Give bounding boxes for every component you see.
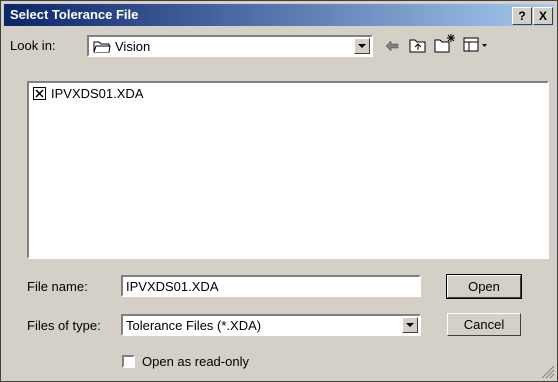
file-name: IPVXDS01.XDA (51, 86, 144, 101)
read-only-checkbox[interactable] (122, 355, 135, 368)
look-in-label: Look in: (10, 38, 56, 53)
new-folder-icon[interactable] (434, 33, 456, 53)
look-in-combo[interactable]: Vision (87, 35, 373, 57)
look-in-dropdown-button[interactable] (354, 38, 370, 54)
files-of-type-combo[interactable]: Tolerance Files (*.XDA) (121, 314, 421, 336)
dialog-title: Select Tolerance File (10, 7, 139, 22)
file-list[interactable]: IPVXDS01.XDA (27, 81, 549, 259)
help-button[interactable]: ? (512, 7, 532, 25)
view-menu-icon[interactable] (463, 37, 489, 53)
files-of-type-dropdown-button[interactable] (402, 317, 418, 333)
cancel-button[interactable]: Cancel (447, 313, 521, 336)
file-name-value: IPVXDS01.XDA (126, 279, 219, 294)
resize-grip-icon[interactable] (539, 363, 555, 379)
back-arrow-icon[interactable] (384, 39, 400, 53)
select-tolerance-file-dialog: Select Tolerance File ? X Look in: Visio… (0, 0, 558, 382)
look-in-value: Vision (115, 39, 151, 54)
title-bar[interactable]: Select Tolerance File ? X (4, 4, 554, 26)
up-folder-icon[interactable] (409, 37, 427, 53)
files-of-type-label: Files of type: (27, 318, 101, 333)
open-button[interactable]: Open (446, 274, 522, 299)
folder-icon (93, 41, 111, 53)
file-name-field[interactable]: IPVXDS01.XDA (121, 275, 421, 297)
read-only-label[interactable]: Open as read-only (142, 354, 249, 369)
xda-file-icon (33, 87, 46, 100)
files-of-type-value: Tolerance Files (*.XDA) (126, 318, 262, 333)
file-name-label: File name: (27, 279, 88, 294)
close-button[interactable]: X (533, 7, 553, 25)
